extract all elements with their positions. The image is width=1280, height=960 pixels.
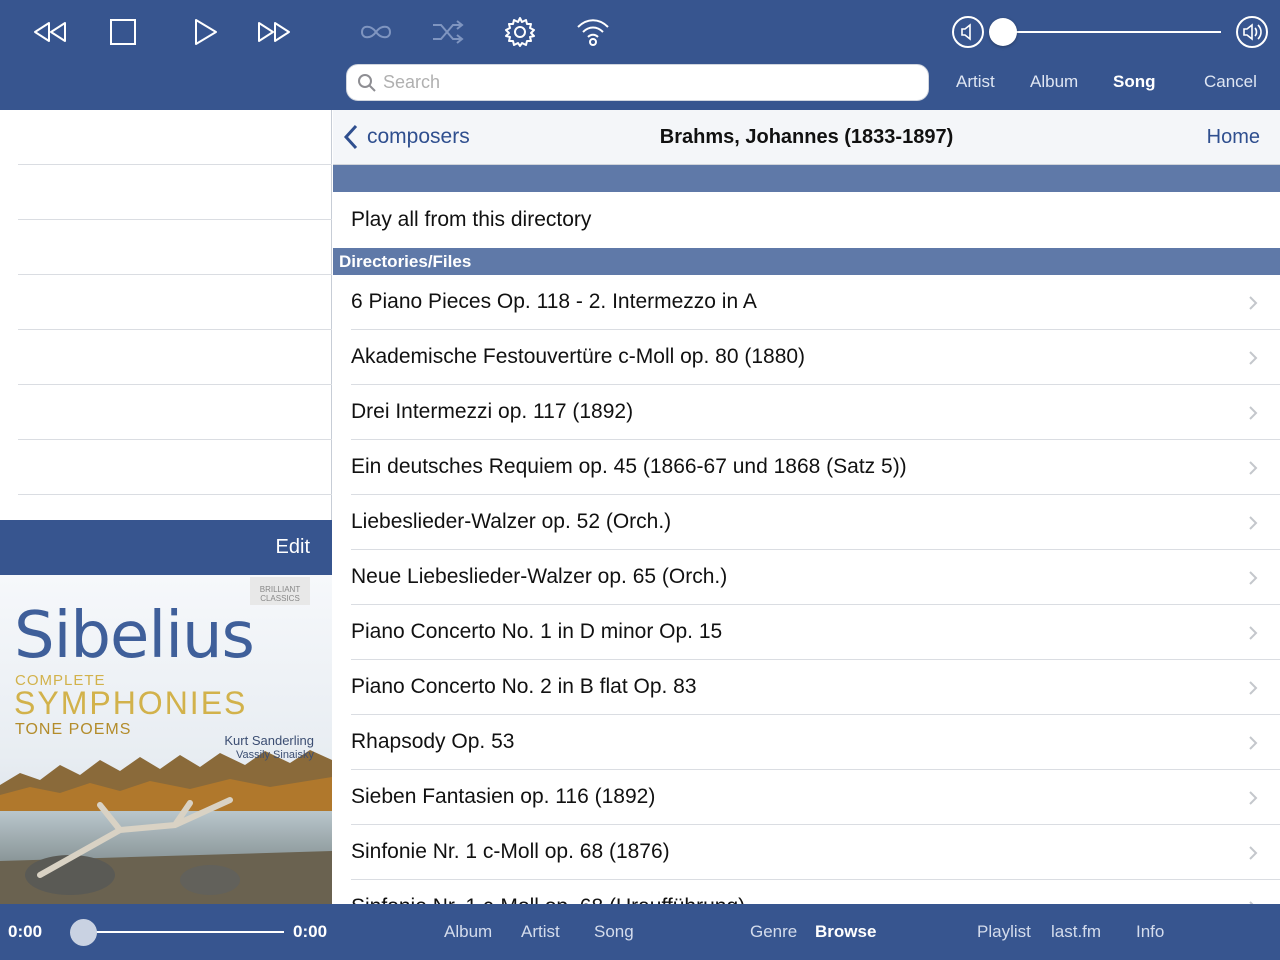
cancel-button[interactable]: Cancel bbox=[1204, 72, 1257, 92]
album-cover[interactable]: BRILLIANT CLASSICS Sibelius COMPLETE SYM… bbox=[0, 575, 332, 904]
chevron-right-icon bbox=[1249, 461, 1258, 475]
cover-subtitle-2: SYMPHONIES bbox=[14, 685, 248, 721]
shuffle-icon[interactable] bbox=[428, 12, 468, 52]
volume-slider-track[interactable] bbox=[1003, 31, 1221, 33]
list-item[interactable]: Drei Intermezzi op. 117 (1892) bbox=[351, 385, 1280, 440]
search-icon bbox=[357, 73, 377, 98]
list-item[interactable] bbox=[18, 165, 332, 220]
list-item-label: Piano Concerto No. 1 in D minor Op. 15 bbox=[351, 620, 723, 643]
progress-slider-track[interactable] bbox=[84, 931, 284, 933]
list-item-label: Akademische Festouvertüre c-Moll op. 80 … bbox=[351, 345, 806, 368]
list-item[interactable]: Ein deutsches Requiem op. 45 (1866-67 un… bbox=[351, 440, 1280, 495]
playlist-edit-bar: Edit bbox=[0, 520, 332, 575]
tab-artist[interactable]: Artist bbox=[521, 922, 560, 942]
header-stripe bbox=[333, 165, 1280, 192]
top-toolbar: Artist Album Song Cancel bbox=[0, 0, 1280, 110]
list-item[interactable] bbox=[18, 440, 332, 495]
tab-playlist[interactable]: Playlist bbox=[977, 922, 1031, 942]
list-item[interactable]: Rhapsody Op. 53 bbox=[351, 715, 1280, 770]
record-label-logo: BRILLIANT CLASSICS bbox=[250, 577, 310, 605]
list-item-label: Ein deutsches Requiem op. 45 (1866-67 un… bbox=[351, 455, 907, 478]
tab-genre[interactable]: Genre bbox=[750, 922, 797, 942]
list-item[interactable]: Piano Concerto No. 2 in B flat Op. 83 bbox=[351, 660, 1280, 715]
chevron-right-icon bbox=[1249, 791, 1258, 805]
list-item-label: Piano Concerto No. 2 in B flat Op. 83 bbox=[351, 675, 697, 698]
rewind-icon[interactable] bbox=[30, 12, 70, 52]
list-item[interactable] bbox=[18, 275, 332, 330]
chevron-right-icon bbox=[1249, 351, 1258, 365]
cover-subtitle-3: TONE POEMS bbox=[15, 721, 132, 738]
navigation-bar: composers Brahms, Johannes (1833-1897) H… bbox=[333, 110, 1280, 165]
page-title: Brahms, Johannes (1833-1897) bbox=[659, 126, 954, 148]
list-item[interactable]: Sinfonie Nr. 1 c-Moll op. 68 (1876) bbox=[351, 825, 1280, 880]
chevron-right-icon bbox=[1249, 681, 1258, 695]
list-item[interactable]: Sieben Fantasien op. 116 (1892) bbox=[351, 770, 1280, 825]
chevron-right-icon bbox=[1249, 626, 1258, 640]
list-item[interactable]: 6 Piano Pieces Op. 118 - 2. Intermezzo i… bbox=[351, 275, 1280, 330]
list-item[interactable]: Liebeslieder-Walzer op. 52 (Orch.) bbox=[351, 495, 1280, 550]
edit-button[interactable]: Edit bbox=[276, 536, 310, 559]
tab-browse[interactable]: Browse bbox=[815, 922, 876, 942]
list-item[interactable] bbox=[18, 385, 332, 440]
list-item[interactable] bbox=[18, 220, 332, 275]
list-item[interactable]: Neue Liebeslieder-Walzer op. 65 (Orch.) bbox=[351, 550, 1280, 605]
home-button[interactable]: Home bbox=[1207, 126, 1260, 149]
scope-song[interactable]: Song bbox=[1113, 72, 1156, 92]
tab-info[interactable]: Info bbox=[1136, 922, 1164, 942]
volume-slider-knob[interactable] bbox=[989, 18, 1017, 46]
chevron-right-icon bbox=[1249, 736, 1258, 750]
list-item[interactable]: Piano Concerto No. 1 in D minor Op. 15 bbox=[351, 605, 1280, 660]
list-item-label: Sinfonie Nr. 1 c-Moll op. 68 (1876) bbox=[351, 840, 670, 863]
section-header: Directories/Files bbox=[333, 248, 1280, 275]
play-all-label: Play all from this directory bbox=[351, 208, 592, 231]
search-field[interactable] bbox=[346, 64, 929, 101]
list-item-label: Sieben Fantasien op. 116 (1892) bbox=[351, 785, 656, 808]
bottom-bar: 0:00 0:00 Album Artist Song Genre Browse… bbox=[0, 904, 1280, 960]
cover-title: Sibelius bbox=[14, 599, 255, 673]
scope-artist[interactable]: Artist bbox=[956, 72, 995, 92]
wifi-icon[interactable] bbox=[573, 12, 613, 52]
play-all-row[interactable]: Play all from this directory bbox=[333, 192, 1280, 248]
repeat-icon[interactable] bbox=[356, 12, 396, 52]
tab-lastfm[interactable]: last.fm bbox=[1051, 922, 1101, 942]
cover-conductor-1: Kurt Sanderling bbox=[224, 733, 314, 748]
play-icon[interactable] bbox=[184, 12, 224, 52]
list-item-label: Liebeslieder-Walzer op. 52 (Orch.) bbox=[351, 510, 672, 533]
progress-slider-knob[interactable] bbox=[70, 919, 97, 946]
chevron-right-icon bbox=[1249, 406, 1258, 420]
chevron-right-icon bbox=[1249, 846, 1258, 860]
search-input[interactable] bbox=[383, 65, 913, 100]
list-item-label: 6 Piano Pieces Op. 118 - 2. Intermezzo i… bbox=[351, 290, 757, 313]
remaining-time: 0:00 bbox=[293, 922, 328, 941]
settings-gear-icon[interactable] bbox=[500, 12, 540, 52]
stop-icon[interactable] bbox=[103, 12, 143, 52]
chevron-right-icon bbox=[1249, 571, 1258, 585]
fast-forward-icon[interactable] bbox=[254, 12, 294, 52]
list-item[interactable]: Sinfonie Nr. 1 c-Moll op. 68 (Uraufführu… bbox=[351, 880, 1280, 904]
list-item-label: Rhapsody Op. 53 bbox=[351, 730, 515, 753]
chevron-right-icon bbox=[1249, 296, 1258, 310]
volume-down-icon[interactable] bbox=[948, 12, 988, 52]
list-item[interactable] bbox=[18, 330, 332, 385]
volume-up-icon[interactable] bbox=[1232, 12, 1272, 52]
list-item-label: Sinfonie Nr. 1 c-Moll op. 68 (Uraufführu… bbox=[351, 895, 745, 904]
chevron-right-icon bbox=[1249, 516, 1258, 530]
list-item-label: Drei Intermezzi op. 117 (1892) bbox=[351, 400, 634, 423]
tab-song[interactable]: Song bbox=[594, 922, 634, 942]
tab-album[interactable]: Album bbox=[444, 922, 492, 942]
directory-list: 6 Piano Pieces Op. 118 - 2. Intermezzo i… bbox=[333, 275, 1280, 904]
cover-conductor-2: Vassily Sinaisky bbox=[235, 749, 314, 761]
left-panel: Edit BRILLIANT CLASSICS Sibelius COMPLET… bbox=[0, 110, 332, 904]
section-header-label: Directories/Files bbox=[339, 252, 472, 271]
elapsed-time: 0:00 bbox=[8, 922, 43, 941]
list-item[interactable]: Akademische Festouvertüre c-Moll op. 80 … bbox=[351, 330, 1280, 385]
list-item[interactable] bbox=[18, 110, 332, 165]
scope-album[interactable]: Album bbox=[1030, 72, 1078, 92]
list-item-label: Neue Liebeslieder-Walzer op. 65 (Orch.) bbox=[351, 565, 728, 588]
